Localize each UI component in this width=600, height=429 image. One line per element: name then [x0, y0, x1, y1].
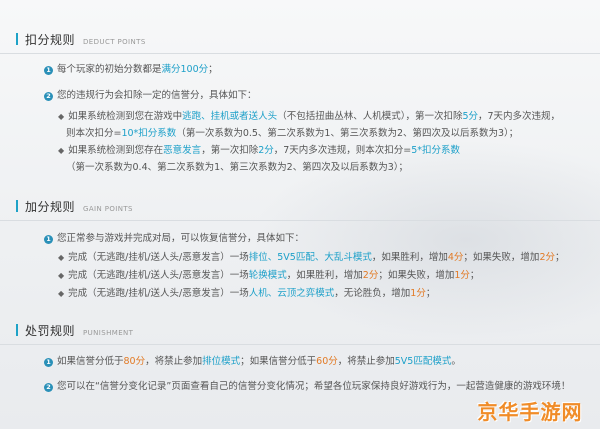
gain-header: 加分规则 GAIN POINTS: [16, 198, 586, 214]
deduct-section: 扣分规则 DEDUCT POINTS: [16, 31, 586, 47]
section-accent-bar: [16, 33, 18, 45]
number-badge-icon: 1: [44, 235, 53, 244]
divider: [0, 344, 600, 345]
divider: [0, 53, 600, 54]
deduct-sub-2-line2: （第一次系数为0.4、第二次系数为1、第三次系数为2、第四次及以后系数为3）；: [66, 162, 408, 173]
deduct-item-2: 2 您的违规行为会扣除一定的信誉分，具体如下：: [44, 89, 257, 103]
section-accent-bar: [16, 200, 18, 212]
divider: [0, 220, 600, 221]
gain-section: 加分规则 GAIN POINTS: [16, 198, 586, 214]
gain-title: 加分规则: [25, 200, 76, 214]
gain-sub-3: ◆ 完成（无逃跑/挂机/送人头/恶意发言）一场人机、云顶之弈模式，无论胜负，增加1…: [58, 288, 436, 299]
diamond-bullet-icon: ◆: [58, 289, 65, 298]
punish-section: 处罚规则 PUNISHMENT: [16, 322, 586, 338]
gain-sub-2: ◆ 完成（无逃跑/挂机/送人头/恶意发言）一场轮换模式，如果胜利，增加2分；如果失…: [58, 270, 480, 281]
gain-item-1: 1 您正常参与游戏并完成对局，可以恢复信誉分，具体如下：: [44, 232, 304, 246]
number-badge-icon: 1: [44, 358, 53, 367]
deduct-sub-2-line1: ◆ 如果系统检测到您存在恶意发言，第一次扣除2分，7天内多次违规，则本次扣分=5*…: [58, 145, 461, 156]
number-badge-icon: 1: [44, 66, 53, 75]
deduct-item-1: 1 每个玩家的初始分数都是满分100分；: [44, 63, 218, 77]
punish-title: 处罚规则: [25, 324, 76, 338]
deduct-title: 扣分规则: [25, 33, 76, 47]
gain-subtitle: GAIN POINTS: [83, 205, 133, 213]
diamond-bullet-icon: ◆: [58, 146, 65, 155]
section-accent-bar: [16, 324, 18, 336]
full-score: 满分100分: [161, 64, 209, 75]
diamond-bullet-icon: ◆: [58, 271, 65, 280]
deduct-sub-1-line1: ◆ 如果系统检测到您在游戏中逃跑、挂机或者送人头（不包括扭曲丛林、人机模式），第一…: [58, 111, 561, 122]
punish-header: 处罚规则 PUNISHMENT: [16, 322, 586, 338]
number-badge-icon: 2: [44, 92, 53, 101]
deduct-header: 扣分规则 DEDUCT POINTS: [16, 31, 586, 47]
punish-item-2: 2 您可以在“信誉分变化记录”页面查看自己的信誉分变化情况；希望各位玩家保持良好游…: [44, 380, 570, 394]
diamond-bullet-icon: ◆: [58, 253, 65, 262]
punish-item-1: 1 如果信誉分低于80分，将禁止参加排位模式；如果信誉分低于60分，将禁止参加5V…: [44, 355, 461, 369]
diamond-bullet-icon: ◆: [58, 112, 65, 121]
site-watermark-logo: 京华手游网: [477, 399, 583, 424]
rules-page: 扣分规则 DEDUCT POINTS 1 每个玩家的初始分数都是满分100分； 2…: [0, 0, 600, 429]
deduct-subtitle: DEDUCT POINTS: [83, 38, 146, 46]
deduct-sub-1-line2: 则本次扣分=10*扣分系数（第一次系数为0.5、第二次系数为1、第三次系数为2、…: [66, 128, 519, 139]
punish-subtitle: PUNISHMENT: [83, 329, 134, 337]
number-badge-icon: 2: [44, 383, 53, 392]
gain-sub-1: ◆ 完成（无逃跑/挂机/送人头/恶意发言）一场排位、5V5匹配、大乱斗模式，如果胜…: [58, 252, 565, 263]
